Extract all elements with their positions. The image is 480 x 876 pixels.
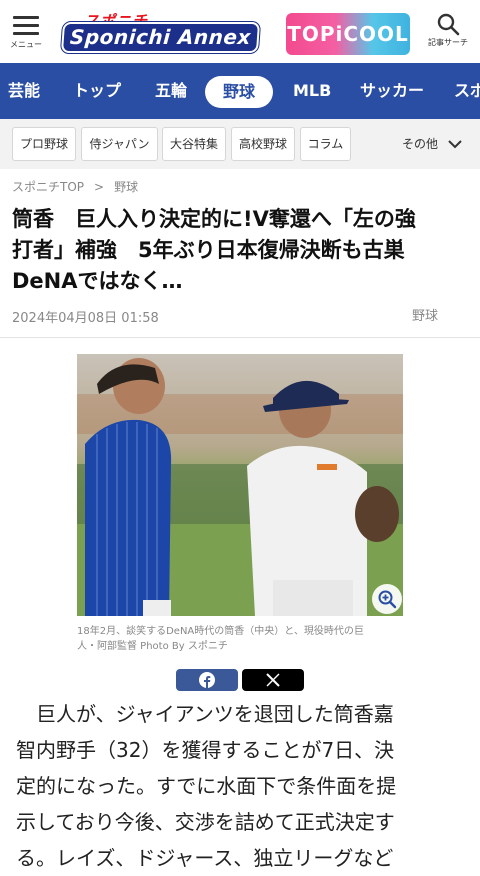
- site-logo[interactable]: スポニチ Sponichi Annex: [63, 10, 258, 51]
- category-nav: 芸能 トップ 五輪 野球 MLB サッカー スポ: [0, 63, 480, 119]
- title-line: 打者」補強 5年ぶり日本復帰決断も古巣: [12, 238, 405, 262]
- divider: [0, 337, 480, 338]
- nav-item-top[interactable]: トップ: [73, 63, 121, 119]
- subnav-column[interactable]: コラム: [300, 127, 351, 161]
- zoom-in-icon: [378, 590, 397, 609]
- facebook-icon: [199, 672, 215, 688]
- subnav-samurai-japan[interactable]: 侍ジャパン: [81, 127, 158, 161]
- article-body: 巨人が、ジャイアンツを退団した筒香嘉 智内野手（32）を獲得することが7日、決 …: [16, 696, 468, 876]
- x-icon: [266, 673, 280, 687]
- share-x-button[interactable]: [242, 669, 304, 691]
- nav-item-soccer[interactable]: サッカー: [360, 63, 424, 119]
- breadcrumb: スポニチTOP > 野球: [12, 178, 138, 195]
- search-button[interactable]: 記事サーチ: [424, 12, 472, 52]
- search-label: 記事サーチ: [428, 38, 468, 47]
- search-icon: [437, 13, 460, 36]
- subnav-more-label: その他: [402, 137, 439, 151]
- body-line: る。レイズ、ドジャース、独立リーグなど: [16, 846, 394, 870]
- body-line: 示しており今後、交渉を詰めて正式決定す: [16, 810, 395, 834]
- breadcrumb-home[interactable]: スポニチTOP: [12, 180, 84, 194]
- article-category[interactable]: 野球: [412, 305, 438, 324]
- body-line: 定的になった。すでに水面下で条件面を提: [16, 774, 397, 798]
- menu-label: メニュー: [10, 40, 42, 49]
- nav-item-entertainment[interactable]: 芸能: [8, 63, 40, 119]
- caption-line: 18年2月、談笑するDeNA時代の筒香（中央）と、現役時代の巨: [77, 626, 364, 637]
- site-header: メニュー スポニチ Sponichi Annex TOPiCOOL 記事サーチ: [0, 0, 480, 62]
- body-line: 智内野手（32）を獲得することが7日、決: [16, 738, 395, 762]
- nav-item-olympics[interactable]: 五輪: [155, 63, 187, 119]
- topicool-banner[interactable]: TOPiCOOL: [286, 13, 410, 55]
- caption-line: 人・阿部監督 Photo By スポニチ: [77, 641, 228, 652]
- breadcrumb-separator: >: [94, 180, 105, 194]
- title-line: DeNAではなく…: [12, 269, 183, 293]
- photo-caption: 18年2月、談笑するDeNA時代の筒香（中央）と、現役時代の巨 人・阿部監督 P…: [77, 624, 403, 654]
- logo-main-text: Sponichi Annex: [63, 24, 258, 51]
- subnav-more-button[interactable]: その他: [402, 127, 462, 161]
- nav-item-mlb[interactable]: MLB: [293, 63, 331, 119]
- subnav-pro-baseball[interactable]: プロ野球: [12, 127, 76, 161]
- article-title: 筒香 巨人入り決定的に!V奪還へ「左の強 打者」補強 5年ぶり日本復帰決断も古巣…: [12, 204, 468, 297]
- title-line: 筒香 巨人入り決定的に!V奪還へ「左の強: [12, 207, 416, 231]
- subnav-high-school[interactable]: 高校野球: [231, 127, 295, 161]
- breadcrumb-current[interactable]: 野球: [114, 180, 138, 194]
- nav-item-baseball[interactable]: 野球: [205, 76, 274, 108]
- article-date: 2024年04月08日 01:58: [12, 311, 159, 326]
- photo-zoom-button[interactable]: [372, 584, 402, 614]
- photo-illustration: [77, 354, 403, 616]
- sub-nav: プロ野球 侍ジャパン 大谷特集 高校野球 コラム その他: [0, 119, 480, 169]
- subnav-ohtani[interactable]: 大谷特集: [162, 127, 226, 161]
- topicool-text: TOPiCOOL: [287, 22, 409, 46]
- hamburger-icon: [8, 12, 44, 35]
- share-facebook-button[interactable]: [176, 669, 238, 691]
- chevron-down-icon: [448, 140, 462, 149]
- nav-item-sports[interactable]: スポ: [454, 63, 480, 119]
- body-line: 巨人が、ジャイアンツを退団した筒香嘉: [16, 702, 394, 726]
- menu-button[interactable]: メニュー: [8, 12, 44, 52]
- article-photo[interactable]: [77, 354, 403, 616]
